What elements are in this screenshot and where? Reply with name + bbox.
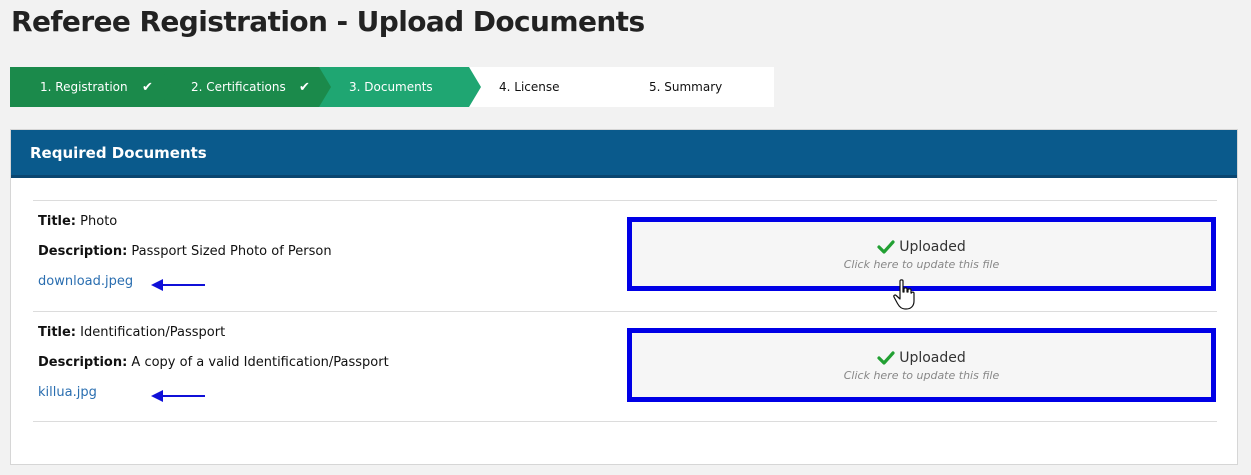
status-text: Uploaded (899, 350, 966, 366)
upload-dropzone[interactable]: Uploaded Click here to update this file (627, 217, 1216, 291)
status-text: Uploaded (899, 239, 966, 255)
document-row-identification: Title: Identification/Passport Descripti… (33, 311, 1217, 422)
step-documents[interactable]: 3. Documents (319, 67, 481, 107)
step-arrow (469, 67, 481, 107)
upload-status: Uploaded (632, 350, 1211, 366)
document-title: Title: Photo (38, 214, 117, 229)
check-icon: ✔ (299, 79, 310, 95)
registration-stepper: 1. Registration ✔ 2. Certifications ✔ 3.… (10, 67, 774, 107)
step-label: 2. Certifications (191, 80, 286, 94)
description-label: Description: (38, 244, 128, 259)
document-description: Description: Passport Sized Photo of Per… (38, 244, 332, 259)
description-value: A copy of a valid Identification/Passpor… (131, 355, 389, 370)
arrow-left-icon (151, 279, 205, 291)
file-link[interactable]: killua.jpg (38, 385, 97, 400)
upload-status: Uploaded (632, 239, 1211, 255)
update-hint: Click here to update this file (843, 258, 1000, 271)
step-certifications[interactable]: 2. Certifications ✔ (160, 67, 331, 107)
document-description: Description: A copy of a valid Identific… (38, 355, 389, 370)
check-icon: ✔ (142, 79, 153, 95)
title-value: Photo (80, 214, 118, 229)
step-label: 5. Summary (649, 80, 723, 94)
update-hint: Click here to update this file (843, 369, 1000, 382)
title-value: Identification/Passport (80, 325, 226, 340)
document-title: Title: Identification/Passport (38, 325, 225, 340)
page-title: Referee Registration - Upload Documents (11, 5, 645, 38)
step-registration[interactable]: 1. Registration ✔ (10, 67, 172, 107)
upload-dropzone[interactable]: Uploaded Click here to update this file (627, 328, 1216, 402)
step-arrow (160, 67, 172, 107)
arrow-left-icon (151, 390, 205, 402)
check-icon (877, 351, 895, 365)
step-arrow (319, 67, 331, 107)
step-license[interactable]: 4. License (469, 67, 619, 107)
step-label: 1. Registration (40, 80, 128, 94)
step-label: 4. License (499, 80, 560, 94)
hand-pointer-icon (893, 279, 915, 310)
title-label: Title: (38, 325, 77, 340)
required-documents-panel: Required Documents Title: Photo Descript… (10, 129, 1238, 465)
title-label: Title: (38, 214, 77, 229)
check-icon (877, 240, 895, 254)
file-link[interactable]: download.jpeg (38, 274, 133, 289)
panel-header: Required Documents (11, 130, 1237, 178)
description-value: Passport Sized Photo of Person (131, 244, 332, 259)
description-label: Description: (38, 355, 128, 370)
step-label: 3. Documents (349, 80, 433, 94)
step-summary[interactable]: 5. Summary (619, 67, 774, 107)
document-row-photo: Title: Photo Description: Passport Sized… (33, 200, 1217, 311)
